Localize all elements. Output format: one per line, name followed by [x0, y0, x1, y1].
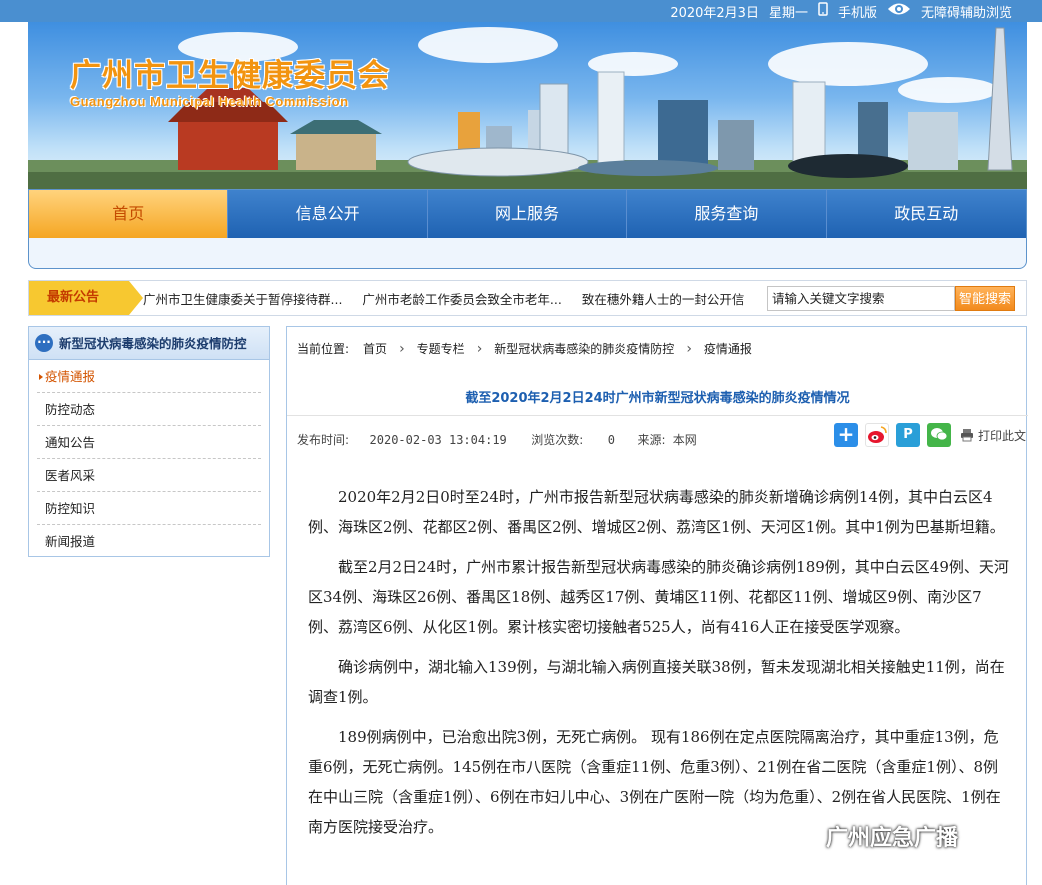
notice-link[interactable]: 致在穗外籍人士的一封公开信	[582, 289, 745, 308]
current-date: 2020年2月3日	[670, 5, 759, 21]
views-count: 0	[607, 433, 616, 447]
chevron-right-icon: ›	[476, 340, 483, 357]
chevron-right-icon: ›	[686, 340, 692, 357]
breadcrumb-prefix: 当前位置:	[297, 342, 350, 356]
site-banner: 广州市卫生健康委员会 Guangzhou Municipal Health Co…	[28, 22, 1027, 190]
plus-share-icon[interactable]: +	[834, 423, 858, 447]
sidebar-item-notices[interactable]: 通知公告	[37, 426, 261, 459]
chat-bubble-icon: ···	[35, 334, 53, 352]
mobile-version-link[interactable]: 手机版	[838, 2, 877, 21]
mobile-icon[interactable]	[818, 2, 828, 20]
nav-item-info-disclosure[interactable]: 信息公开	[228, 190, 428, 238]
notice-link[interactable]: 广州市老龄工作委员会致全市老年...	[362, 289, 561, 308]
sidebar-item-medical-staff[interactable]: 医者风采	[37, 459, 261, 492]
weibo-icon[interactable]	[865, 423, 889, 447]
article-paragraph: 确诊病例中，湖北输入139例，与湖北输入病例直接关联38例，暂未发现湖北相关接触…	[308, 658, 1005, 706]
nav-item-online-services[interactable]: 网上服务	[428, 190, 628, 238]
sidebar-item-prevention-knowledge[interactable]: 防控知识	[37, 492, 261, 525]
sidebar-item-epidemic-report[interactable]: 疫情通报	[37, 360, 261, 393]
wechat-icon[interactable]	[927, 423, 951, 447]
print-button[interactable]: 打印此文	[960, 427, 1026, 444]
chevron-right-icon: ›	[399, 340, 405, 357]
nav-item-service-inquiry[interactable]: 服务查询	[627, 190, 827, 238]
site-logo-title[interactable]: 广州市卫生健康委员会	[70, 50, 390, 95]
publish-time-label: 发布时间:	[297, 433, 350, 447]
sidebar: ··· 新型冠状病毒感染的肺炎疫情防控 疫情通报 防控动态 通知公告 医者风采 …	[28, 326, 270, 557]
print-label: 打印此文	[978, 428, 1027, 443]
notice-link[interactable]: 广州市卫生健康委关于暂停接待群...	[143, 289, 342, 308]
search-input[interactable]: 请输入关键文字搜索	[767, 286, 955, 311]
breadcrumb-link[interactable]: 专题专栏	[417, 340, 465, 357]
publish-time: 2020-02-03 13:04:19	[369, 433, 507, 447]
sidebar-title: 新型冠状病毒感染的肺炎疫情防控	[59, 336, 247, 351]
article-body: 2020年2月2日0时至24时，广州市报告新型冠状病毒感染的肺炎新增确诊病例14…	[308, 482, 1010, 852]
printer-icon	[961, 429, 973, 442]
main-navigation: 首页 信息公开 网上服务 服务查询 政民互动	[28, 189, 1027, 269]
nav-item-public-interaction[interactable]: 政民互动	[827, 190, 1026, 238]
breadcrumb-link[interactable]: 新型冠状病毒感染的肺炎疫情防控	[494, 340, 674, 357]
source-value: 本网	[672, 433, 697, 447]
breadcrumb: 当前位置: 首页 › 专题专栏 › 新型冠状病毒感染的肺炎疫情防控 › 疫情通报	[297, 340, 752, 357]
divider	[287, 415, 1028, 416]
article-meta: 发布时间: 2020-02-03 13:04:19 浏览次数: 0 来源: 本网	[297, 431, 697, 448]
nav-item-home[interactable]: 首页	[29, 190, 229, 238]
eye-icon[interactable]	[887, 1, 911, 21]
current-weekday: 星期一	[768, 5, 808, 21]
top-utility-bar: 2020年2月3日 星期一 手机版 无障碍辅助浏览	[0, 0, 1042, 22]
article-title: 截至2020年2月2日24时广州市新型冠状病毒感染的肺炎疫情情况	[465, 391, 850, 406]
article-paragraph: 截至2月2日24时，广州市累计报告新型冠状病毒感染的肺炎确诊病例189例，其中白…	[308, 558, 1009, 636]
watermark: 广州应急广播	[790, 820, 958, 852]
sidebar-header: ··· 新型冠状病毒感染的肺炎疫情防控	[29, 327, 269, 360]
wechat-watermark-icon	[791, 826, 818, 846]
watermark-text: 广州应急广播	[826, 826, 959, 851]
accessibility-link[interactable]: 无障碍辅助浏览	[921, 2, 1012, 21]
latest-notice-bar: 最新公告 广州市卫生健康委关于暂停接待群... 广州市老龄工作委员会致全市老年.…	[28, 280, 1027, 316]
article-paragraph: 2020年2月2日0时至24时，广州市报告新型冠状病毒感染的肺炎新增确诊病例14…	[308, 488, 1005, 536]
breadcrumb-current[interactable]: 疫情通报	[704, 340, 752, 357]
notice-tag: 最新公告	[29, 281, 143, 315]
breadcrumb-link[interactable]: 首页	[363, 340, 387, 357]
article-panel: 当前位置: 首页 › 专题专栏 › 新型冠状病毒感染的肺炎疫情防控 › 疫情通报…	[286, 326, 1028, 885]
site-logo-subtitle: Guangzhou Municipal Health Commission	[70, 94, 349, 109]
source-label: 来源:	[637, 433, 666, 447]
sidebar-item-control-updates[interactable]: 防控动态	[37, 393, 261, 426]
share-toolbar: + P 打印此文	[834, 423, 1026, 447]
smart-search-button[interactable]: 智能搜索	[955, 286, 1015, 311]
sidebar-item-news-reports[interactable]: 新闻报道	[37, 525, 261, 558]
qzone-icon[interactable]: P	[896, 423, 920, 447]
views-label: 浏览次数:	[531, 433, 584, 447]
